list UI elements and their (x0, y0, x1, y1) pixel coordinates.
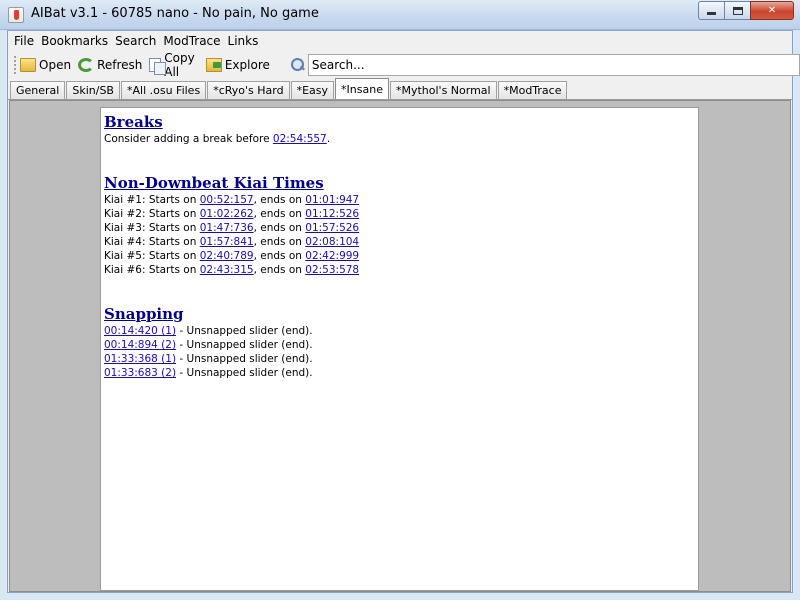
tab-mythols-normal[interactable]: *Mythol's Normal (389, 81, 497, 99)
folder-open-icon (20, 57, 36, 72)
tab-general[interactable]: General (10, 81, 66, 99)
menu-bar: File Bookmarks Search ModTrace Links (8, 31, 792, 51)
tab-modtrace[interactable]: *ModTrace (497, 81, 568, 99)
kiai-start-link[interactable]: 00:52:157 (200, 194, 254, 206)
report-document[interactable]: Breaks Consider adding a break before 02… (100, 107, 699, 591)
kiai-line: Kiai #5: Starts on 02:40:789, ends on 02… (104, 249, 695, 263)
tab-insane[interactable]: *Insane (335, 78, 389, 99)
tab-all-osu-files[interactable]: *All .osu Files (120, 81, 207, 99)
search-input[interactable] (307, 53, 800, 76)
maximize-icon (732, 6, 743, 15)
close-button[interactable]: ✕ (750, 1, 794, 20)
breaks-text: Consider adding a break before (104, 133, 273, 145)
kiai-section: Non-Downbeat Kiai Times Kiai #1: Starts … (104, 174, 695, 277)
snap-timestamp-link[interactable]: 01:33:368 (1) (104, 353, 176, 365)
snap-description: - Unsnapped slider (end). (176, 325, 313, 337)
menu-bookmarks[interactable]: Bookmarks (38, 34, 111, 48)
kiai-mid: , ends on (253, 194, 306, 206)
snapping-line: 01:33:683 (2) - Unsnapped slider (end). (104, 366, 695, 380)
kiai-start-link[interactable]: 01:47:736 (200, 222, 254, 234)
kiai-start-link[interactable]: 02:40:789 (200, 250, 254, 262)
kiai-start-link[interactable]: 01:02:262 (200, 208, 254, 220)
copy-all-label: Copy All (164, 50, 195, 79)
menu-search[interactable]: Search (112, 34, 159, 48)
kiai-mid: , ends on (253, 208, 306, 220)
app-icon (8, 7, 24, 23)
search-icon (290, 57, 305, 72)
kiai-label: Kiai #6: Starts on (104, 264, 200, 276)
refresh-icon (78, 57, 95, 72)
maximize-button[interactable] (724, 1, 751, 20)
kiai-mid: , ends on (253, 264, 306, 276)
kiai-end-link[interactable]: 01:01:947 (305, 194, 359, 206)
snap-timestamp-link[interactable]: 00:14:420 (1) (104, 325, 176, 337)
caption-buttons: ✕ (698, 1, 794, 20)
kiai-line: Kiai #6: Starts on 02:43:315, ends on 02… (104, 263, 695, 277)
kiai-end-link[interactable]: 01:12:526 (305, 208, 359, 220)
breaks-suffix: . (326, 133, 331, 145)
copy-icon (149, 57, 167, 75)
tab-easy[interactable]: *Easy (290, 81, 335, 99)
kiai-line: Kiai #4: Starts on 01:57:841, ends on 02… (104, 235, 695, 249)
explore-folder-icon (205, 57, 222, 72)
menu-modtrace[interactable]: ModTrace (160, 34, 223, 48)
window-client: File Bookmarks Search ModTrace Links Ope… (7, 30, 800, 593)
kiai-heading[interactable]: Non-Downbeat Kiai Times (104, 174, 695, 192)
minimize-button[interactable] (698, 1, 725, 20)
minimize-icon (707, 12, 716, 15)
breaks-line: Consider adding a break before 02:54:557… (104, 132, 695, 146)
kiai-end-link[interactable]: 02:53:578 (305, 264, 359, 276)
kiai-mid: , ends on (253, 236, 306, 248)
tab-cryos-hard[interactable]: *cRyo's Hard (207, 81, 290, 99)
search-area (290, 53, 800, 76)
snap-timestamp-link[interactable]: 01:33:683 (2) (104, 367, 176, 379)
close-icon: ✕ (767, 5, 777, 16)
open-label: Open (39, 57, 72, 72)
timestamp-link[interactable]: 02:54:557 (273, 133, 327, 145)
copy-all-button[interactable]: Copy All (149, 51, 198, 79)
kiai-mid: , ends on (253, 222, 306, 234)
kiai-line: Kiai #3: Starts on 01:47:736, ends on 01… (104, 221, 695, 235)
tab-skin-sb[interactable]: Skin/SB (66, 81, 120, 99)
toolbar-grip[interactable] (14, 55, 16, 74)
kiai-mid: , ends on (253, 250, 306, 262)
title-bar: AIBat v3.1 - 60785 nano - No pain, No ga… (0, 0, 800, 30)
window-title: AIBat v3.1 - 60785 nano - No pain, No ga… (31, 6, 319, 21)
kiai-start-link[interactable]: 02:43:315 (200, 264, 254, 276)
explore-button[interactable]: Explore (205, 57, 270, 72)
kiai-label: Kiai #3: Starts on (104, 222, 200, 234)
kiai-label: Kiai #5: Starts on (104, 250, 200, 262)
kiai-line: Kiai #2: Starts on 01:02:262, ends on 01… (104, 207, 695, 221)
snap-timestamp-link[interactable]: 00:14:894 (2) (104, 339, 176, 351)
snap-description: - Unsnapped slider (end). (176, 339, 313, 351)
snap-description: - Unsnapped slider (end). (176, 367, 313, 379)
kiai-end-link[interactable]: 02:42:999 (305, 250, 359, 262)
breaks-heading[interactable]: Breaks (104, 113, 695, 131)
kiai-label: Kiai #4: Starts on (104, 236, 200, 248)
explore-label: Explore (224, 57, 270, 72)
snap-description: - Unsnapped slider (end). (176, 353, 313, 365)
open-button[interactable]: Open (20, 57, 72, 72)
refresh-button[interactable]: Refresh (78, 57, 143, 72)
kiai-start-link[interactable]: 01:57:841 (200, 236, 254, 248)
kiai-end-link[interactable]: 01:57:526 (305, 222, 359, 234)
breaks-section: Breaks Consider adding a break before 02… (104, 113, 695, 146)
tab-strip: General Skin/SB *All .osu Files *cRyo's … (10, 78, 568, 99)
refresh-label: Refresh (97, 57, 143, 72)
snapping-line: 00:14:894 (2) - Unsnapped slider (end). (104, 338, 695, 352)
snapping-heading[interactable]: Snapping (104, 305, 695, 323)
kiai-end-link[interactable]: 02:08:104 (305, 236, 359, 248)
snapping-line: 01:33:368 (1) - Unsnapped slider (end). (104, 352, 695, 366)
toolbar: Open Refresh Copy All Explore (8, 51, 800, 79)
kiai-label: Kiai #2: Starts on (104, 208, 200, 220)
menu-file[interactable]: File (11, 34, 37, 48)
kiai-label: Kiai #1: Starts on (104, 194, 200, 206)
menu-links[interactable]: Links (225, 34, 262, 48)
snapping-line: 00:14:420 (1) - Unsnapped slider (end). (104, 324, 695, 338)
kiai-line: Kiai #1: Starts on 00:52:157, ends on 01… (104, 193, 695, 207)
snapping-section: Snapping 00:14:420 (1) - Unsnapped slide… (104, 305, 695, 380)
